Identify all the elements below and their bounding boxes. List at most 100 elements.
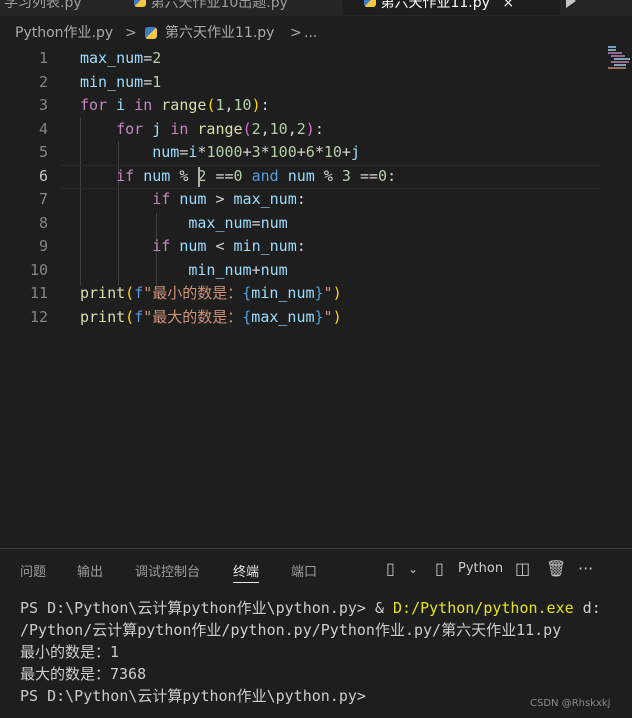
code-token: max_num [188,213,252,232]
code-token: + [341,143,351,161]
code-token: 100 [269,143,297,161]
code-token: max_num [251,307,315,326]
line-number: 8 [38,213,48,232]
tab-label: 第六天作业11.py [380,0,490,11]
tab-debug-console[interactable]: 调试控制台 [135,561,200,580]
tab-problems[interactable]: 问题 [20,561,46,580]
tab-ports[interactable]: 端口 [291,561,317,580]
code-line[interactable]: 2 min_num=1 [0,70,632,94]
bottom-panel: 问题 输出 调试控制台 终端 端口 ▯ ⌄ ▯ Python ◫ 🗑 ··· P… [0,548,632,718]
terminal-arg: d: [573,599,601,617]
code-token: } [314,284,324,302]
code-token: 10 [323,143,342,161]
code-line[interactable]: 8 max_num=num [0,211,632,235]
code-token: num [170,190,216,208]
code-text: if num > max_num: [80,187,306,211]
line-number: 2 [38,72,48,91]
more-icon[interactable]: ··· [578,559,593,578]
code-token: , [260,119,270,138]
tab-study-list[interactable]: 学习列表.py [0,0,122,15]
code-token: range [188,119,243,138]
code-token: 1 [152,72,162,91]
code-token: min_num [251,284,315,302]
tab-terminal[interactable]: 终端 [233,561,260,583]
code-line[interactable]: 10 min_num+num [0,258,632,282]
code-text: min_num=1 [80,70,161,94]
code-line[interactable]: 5 num=i*1000+3*100+6*10+j [0,140,632,164]
code-line[interactable]: 4 for j in range(2,10,2): [0,117,632,141]
tab-homework-10[interactable]: 第六天作业10出题.py [122,0,348,15]
python-file-icon [134,0,146,7]
breadcrumb-file[interactable]: 第六天作业11.py [165,20,274,46]
code-text: if num < min_num: [80,234,306,258]
code-text: max_num=num [80,211,288,235]
tab-homework-11[interactable]: 第六天作业11.py × [342,0,560,15]
terminal-icon: ▯ [435,559,444,578]
code-token: 6 [305,143,315,161]
line-number: 6 [38,166,48,185]
terminal-name[interactable]: Python [458,561,503,576]
terminal-line: PS D:\Python\云计算python作业\python.py> & D:… [20,597,601,618]
code-line[interactable]: 3 for i in range(1,10): [0,93,632,117]
line-number: 5 [38,143,48,161]
code-token: f [134,284,144,302]
code-line[interactable]: 7 if num > max_num: [0,187,632,211]
code-token: num [170,237,216,255]
code-token: for [116,119,144,138]
terminal-line: 最大的数是：7368 [20,665,147,683]
code-token: f [134,307,144,326]
run-button[interactable] [566,0,576,8]
tab-output[interactable]: 输出 [77,561,103,580]
code-token: : [260,96,270,114]
code-token: 1000 [206,143,243,161]
code-line[interactable]: 1 max_num=2 [0,46,632,70]
close-tab-icon[interactable]: × [502,0,514,11]
code-text: min_num+num [80,258,288,282]
line-number: 4 [38,119,48,138]
python-file-icon [364,0,376,7]
breadcrumb-folder[interactable]: Python作业.py [15,20,113,46]
code-token: in [170,119,189,138]
trash-icon[interactable]: 🗑 [546,559,566,578]
chevron-down-icon[interactable]: ⌄ [408,562,418,576]
code-token: + [242,143,252,161]
code-line[interactable]: 9 if num < min_num: [0,234,632,258]
breadcrumb-more[interactable]: ... [304,20,317,46]
split-editor-icon[interactable]: ◫ [515,559,530,578]
code-token: range [152,96,207,114]
code-text: for i in range(1,10): [80,93,270,117]
code-token: num [260,260,288,279]
code-token: " [323,307,333,326]
line-number: 11 [29,284,48,302]
code-token: + [296,143,306,161]
code-line[interactable]: 11 print(f"最小的数是：{min_num}") [0,281,632,305]
code-line[interactable]: 12 print(f"最大的数是：{max_num}") [0,305,632,329]
code-token: } [314,307,324,326]
code-token: = [251,213,261,232]
line-number: 1 [38,49,48,67]
code-token: min_num [233,237,297,255]
split-terminal-icon[interactable]: ▯ [386,559,395,578]
code-token: 2 [296,119,306,138]
code-token: ) [251,96,261,114]
code-token: num [260,213,288,232]
code-token: 1 [215,96,225,114]
code-token: * [260,143,270,161]
terminal-amp: & [374,599,394,617]
code-token: min_num [188,260,252,279]
code-token: = [143,49,153,67]
code-token: = [143,72,153,91]
code-token: num [152,143,180,161]
code-token: j [143,119,171,138]
code-token: 10 [233,96,252,114]
code-token: for [80,96,108,114]
code-token: > [215,190,234,208]
terminal-exe: D:/Python/python.exe [393,599,574,617]
code-editor[interactable]: 1 max_num=2 2 min_num=1 3 for i in range(1,10… [0,45,632,335]
line-number: 7 [38,190,48,208]
current-line-highlight [60,165,600,189]
